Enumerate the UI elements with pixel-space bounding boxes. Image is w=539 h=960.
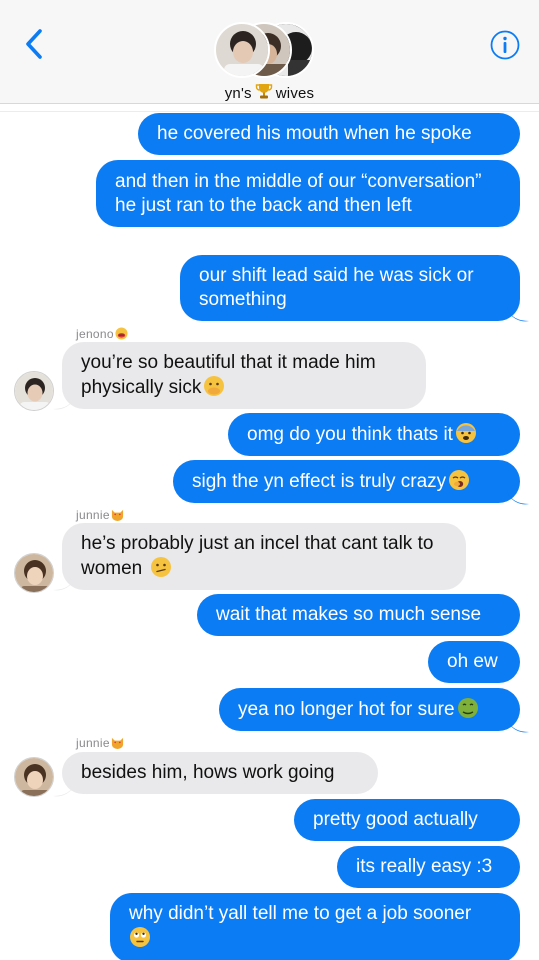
yawning-face-emoji: [449, 470, 470, 490]
sender-name: junnie: [76, 736, 124, 750]
face-with-hand-over-mouth-emoji: [204, 376, 225, 396]
incoming-message[interactable]: he’s probably just an incel that cant ta…: [62, 523, 466, 590]
heart-eyes-cat-emoji: [111, 737, 123, 749]
info-icon[interactable]: [489, 29, 521, 61]
outgoing-message[interactable]: its really easy :3: [337, 846, 520, 888]
outgoing-message[interactable]: yea no longer hot for sure: [219, 688, 520, 731]
chevron-left-icon[interactable]: [20, 26, 48, 62]
outgoing-message[interactable]: sigh the yn effect is truly crazy: [173, 460, 520, 503]
message-text: sigh the yn effect is truly crazy: [192, 471, 447, 492]
message-text: why didn’t yall tell me to get a job soo…: [129, 903, 472, 924]
message-tail: [53, 782, 75, 797]
message-text: oh ew: [447, 651, 498, 672]
sender-name: jenono: [76, 327, 128, 341]
message-text: you’re so beautiful that it made him phy…: [81, 352, 376, 398]
avatar-jenono[interactable]: [14, 371, 54, 411]
outgoing-message[interactable]: pretty good actually: [294, 799, 520, 841]
group-name-prefix: yn's: [224, 85, 252, 102]
tongue-out-emoji: [115, 327, 128, 340]
group-name-suffix: wives: [275, 85, 315, 102]
message-text: he’s probably just an incel that cant ta…: [81, 533, 434, 579]
group-name[interactable]: yn's wives: [0, 82, 539, 102]
outgoing-message[interactable]: our shift lead said he was sick or somet…: [180, 255, 520, 321]
group-avatar-stack[interactable]: [214, 22, 318, 80]
header-divider: [0, 104, 539, 112]
avatar-junnie[interactable]: [14, 553, 54, 593]
message-tail: [507, 718, 529, 733]
outgoing-message[interactable]: omg do you think thats it: [228, 413, 520, 456]
avatar-junnie[interactable]: [14, 757, 54, 797]
message-text: besides him, hows work going: [81, 762, 335, 783]
conversation-header: yn's wives: [0, 0, 539, 104]
message-text: wait that makes so much sense: [216, 604, 482, 625]
outgoing-message[interactable]: why didn’t yall tell me to get a job soo…: [110, 893, 520, 960]
rolling-eyes-emoji: [130, 927, 150, 947]
message-tail: [53, 395, 75, 410]
heart-eyes-cat-emoji: [111, 509, 123, 521]
fearful-face-emoji: [455, 423, 476, 443]
message-text: pretty good actually: [313, 809, 478, 830]
outgoing-message[interactable]: wait that makes so much sense: [197, 594, 520, 636]
message-text: and then in the middle of our “conversat…: [115, 171, 482, 216]
message-text: he covered his mouth when he spoke: [157, 123, 472, 144]
message-text: yea no longer hot for sure: [238, 699, 455, 720]
message-text: its really easy :3: [356, 856, 493, 877]
confused-face-emoji: [150, 557, 171, 577]
message-tail: [507, 490, 529, 505]
trophy-icon: [255, 84, 272, 99]
message-tail: [53, 576, 75, 591]
message-tail: [507, 307, 529, 322]
nauseated-face-emoji: [457, 698, 478, 718]
group-avatar-1: [214, 22, 270, 78]
outgoing-message[interactable]: oh ew: [428, 641, 520, 683]
incoming-message[interactable]: besides him, hows work going: [62, 752, 378, 794]
message-text: omg do you think thats it: [247, 424, 453, 445]
outgoing-message[interactable]: and then in the middle of our “conversat…: [96, 160, 520, 227]
outgoing-message[interactable]: he covered his mouth when he spoke: [138, 113, 520, 155]
sender-name: junnie: [76, 508, 124, 522]
message-text: our shift lead said he was sick or somet…: [199, 265, 474, 310]
incoming-message[interactable]: you’re so beautiful that it made him phy…: [62, 342, 426, 409]
